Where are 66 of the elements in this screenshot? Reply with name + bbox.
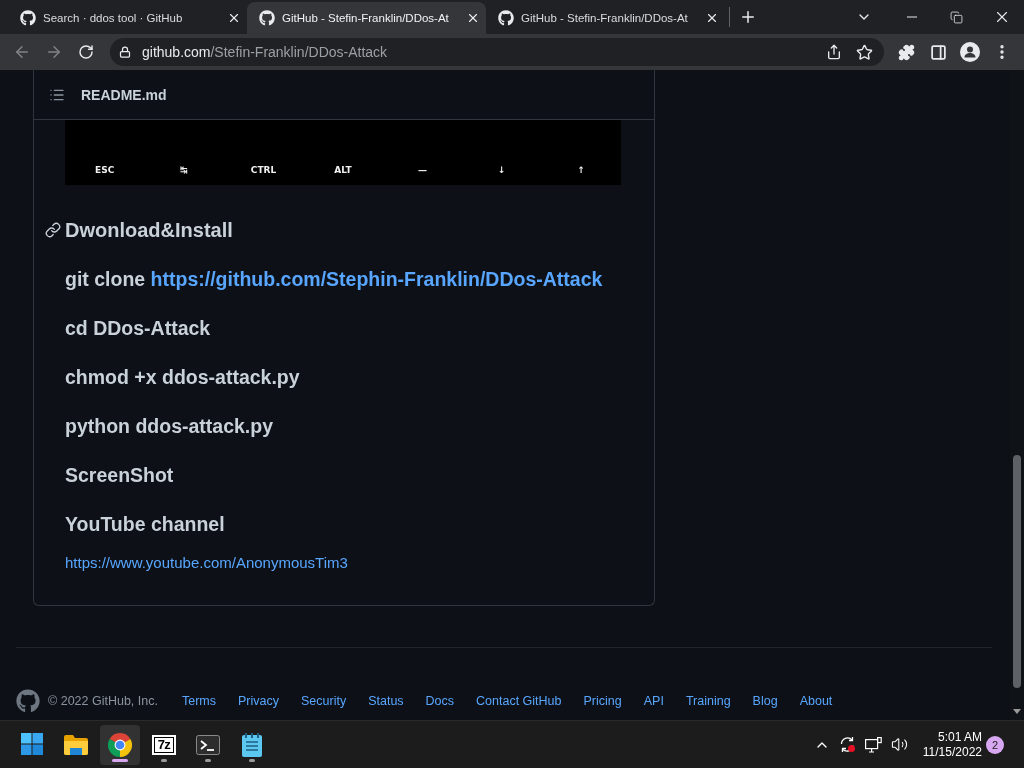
copyright-text: © 2022 GitHub, Inc. — [48, 694, 158, 708]
footer-link[interactable]: Security — [301, 694, 347, 708]
readme-heading: cd DDos-Attack — [65, 316, 211, 341]
browser-tab[interactable]: Search · ddos tool · GitHub — [8, 2, 247, 34]
footer-link[interactable]: Status — [368, 694, 404, 708]
readme-heading: chmod +x ddos-attack.py — [65, 365, 300, 390]
readme-heading: python ddos-attack.py — [65, 414, 274, 439]
volume-icon[interactable] — [890, 736, 908, 753]
clock-date: 11/15/2022 — [922, 744, 982, 760]
github-icon — [498, 10, 514, 26]
notepad-icon[interactable] — [242, 732, 262, 757]
address-bar[interactable]: github.com/Stefin-Franklin/DDos-Attack — [110, 38, 884, 66]
scroll-down-arrow-icon[interactable] — [1013, 709, 1021, 714]
github-icon[interactable] — [16, 689, 40, 713]
archiver-logo[interactable]: 7z — [152, 734, 176, 755]
footer-link[interactable]: Docs — [425, 694, 455, 708]
sync-icon[interactable] — [838, 736, 856, 753]
windows-logo-icon[interactable] — [21, 732, 43, 755]
footer-link[interactable]: Privacy — [238, 694, 279, 708]
footer-link[interactable]: About — [799, 694, 833, 708]
url-text: github.com/Stefin-Franklin/DDos-Attack — [142, 44, 388, 60]
footer-link[interactable]: Pricing — [583, 694, 622, 708]
browser-tab[interactable]: GitHub - Stefin-Franklin/DDos-At — [247, 2, 486, 34]
channel-link[interactable]: https://www.youtube.com/AnonymousTim3 — [65, 553, 348, 573]
clock-time: 5:01 AM — [937, 729, 982, 745]
key-label: CTRL — [250, 164, 277, 176]
footer-link[interactable]: API — [643, 694, 664, 708]
key-label: ESC — [95, 164, 115, 176]
readme-heading: git clone https://github.com/Stephin-Franklin/DDos-Attack — [65, 267, 603, 292]
puzzle-icon[interactable] — [897, 43, 915, 61]
key-label: — — [417, 164, 427, 176]
active-app-tile[interactable] — [100, 724, 140, 765]
readme-title: README.md — [81, 86, 167, 103]
browser-logo-icon[interactable] — [108, 732, 132, 757]
new-tab-icon[interactable] — [739, 8, 757, 26]
terminal-icon[interactable] — [196, 734, 220, 755]
footer-link[interactable]: Training — [685, 694, 731, 708]
key-label: ALT — [334, 164, 352, 176]
footer-link[interactable]: Terms — [181, 694, 216, 708]
readme-heading: YouTube channel — [65, 512, 225, 537]
folder-icon[interactable] — [64, 734, 88, 755]
section-heading: Dwonload&Install — [65, 218, 233, 243]
key-label: ↓ — [498, 164, 506, 176]
key-label: ↹ — [180, 164, 188, 176]
repo-link[interactable]: https://github.com/Stephin-Franklin/DDos-Attack — [150, 268, 603, 290]
notification-badge[interactable]: 2 — [986, 735, 1004, 754]
share-icon[interactable] — [826, 44, 842, 60]
lock-icon[interactable] — [119, 46, 131, 58]
key-label: ↑ — [577, 164, 586, 176]
close-icon[interactable] — [705, 11, 719, 25]
browser-tab[interactable]: GitHub - Stefin-Franklin/DDos-At — [486, 2, 725, 34]
reload-icon[interactable] — [78, 44, 94, 60]
close-icon[interactable] — [466, 11, 480, 25]
close-icon[interactable] — [227, 11, 241, 25]
network-icon[interactable] — [864, 736, 882, 753]
side-panel-icon[interactable] — [929, 43, 947, 61]
scrollbar-thumb[interactable] — [1013, 455, 1021, 688]
link-icon[interactable] — [45, 222, 61, 238]
readme-heading: ScreenShot — [65, 463, 174, 488]
github-icon — [20, 10, 36, 26]
person-icon[interactable] — [960, 42, 980, 62]
footer-link[interactable]: Blog — [752, 694, 778, 708]
restore-icon[interactable] — [950, 10, 963, 24]
footer-link[interactable]: Contact GitHub — [476, 694, 562, 708]
star-icon[interactable] — [856, 43, 873, 61]
github-icon — [259, 10, 275, 26]
